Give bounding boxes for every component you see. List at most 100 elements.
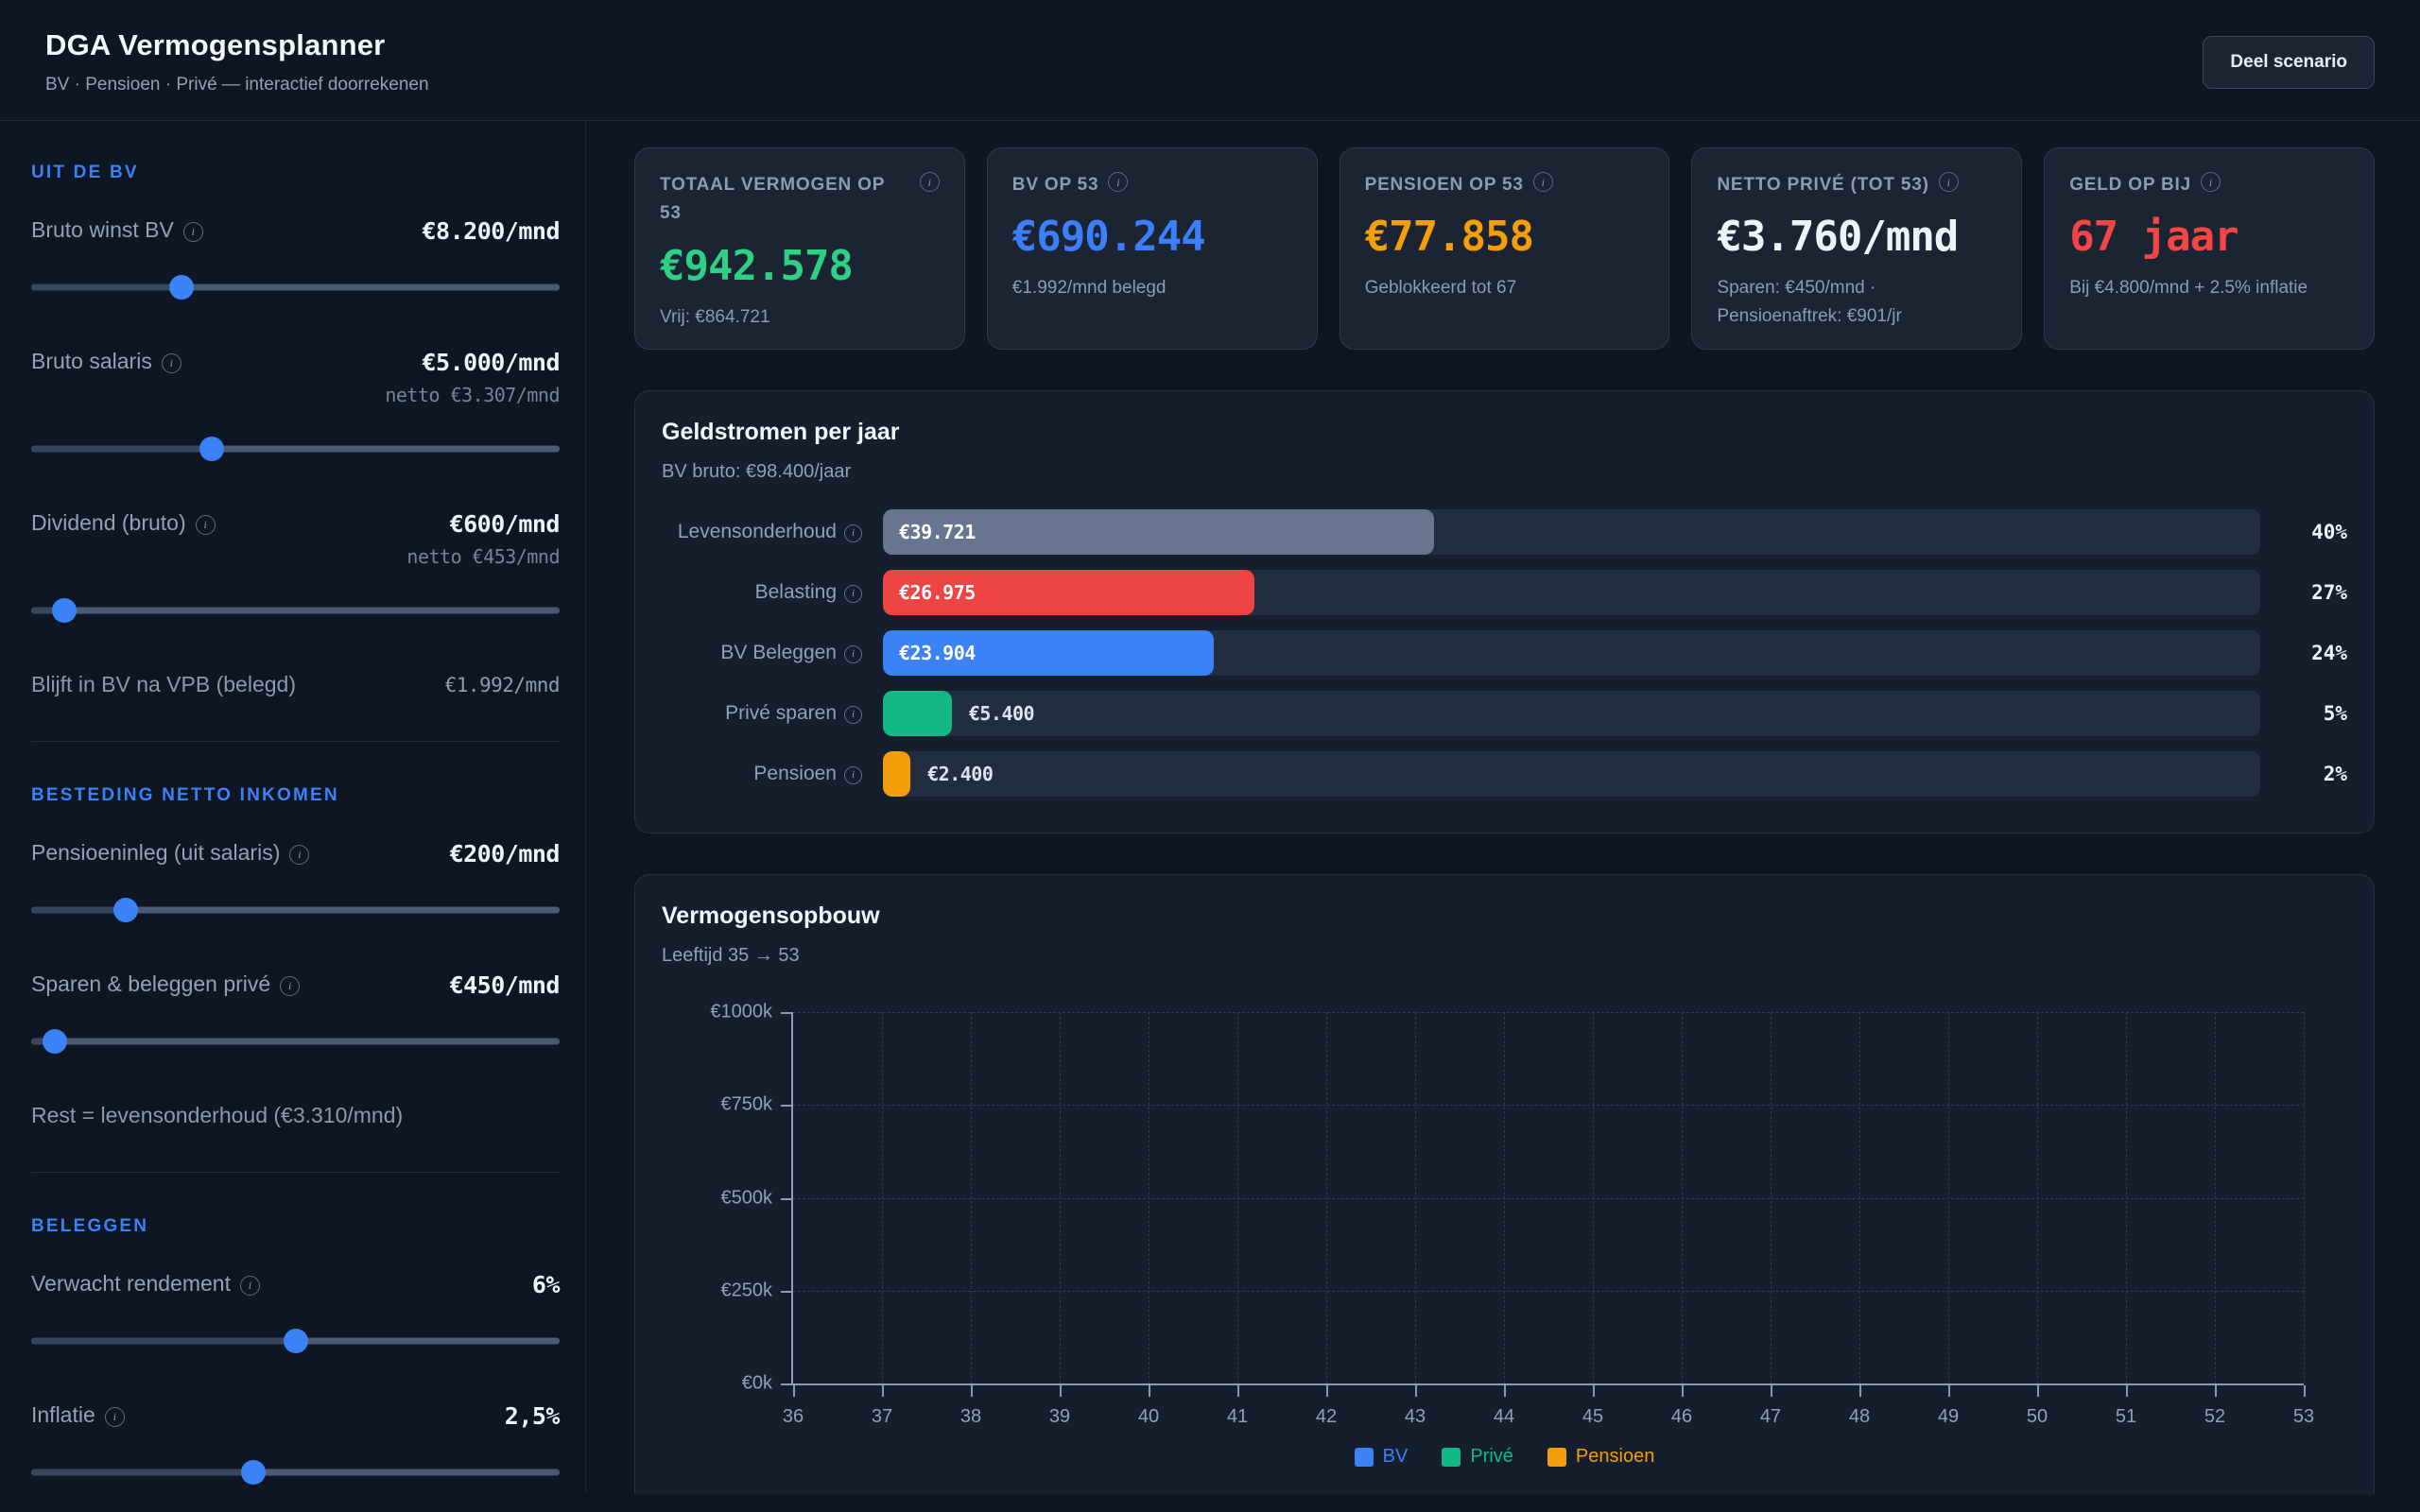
main-content: TOTAAL VERMOGEN OP 53i€942.578Vrij: €864… xyxy=(586,121,2420,1494)
card-label: BV OP 53 xyxy=(1012,171,1099,199)
card-value: €942.578 xyxy=(660,242,940,290)
card-subtext: Sparen: €450/mnd · Pensioenaftrek: €901/… xyxy=(1717,274,1996,330)
flow-bar-bv-beleggen: €23.904 xyxy=(883,630,2260,676)
sidebar: UIT DE BVBruto winst BVi€8.200/mndBruto … xyxy=(0,121,586,1494)
slider-group-dividend-bruto: Dividend (bruto)i€600/mndnetto €453/mnd xyxy=(31,510,560,623)
slider-value: €600/mnd xyxy=(406,510,560,538)
info-icon[interactable]: i xyxy=(844,524,862,542)
info-icon[interactable]: i xyxy=(105,1407,125,1427)
readout-label: Rest = levensonderhoud (€3.310/mnd) xyxy=(31,1103,403,1128)
flow-bar-pensioen: €2.400 xyxy=(883,751,2260,797)
x-axis-label: 52 xyxy=(2204,1406,2225,1428)
y-axis-label: €1000k xyxy=(710,1002,772,1023)
sidebar-sections: UIT DE BVBruto winst BVi€8.200/mndBruto … xyxy=(31,121,560,1494)
info-icon[interactable]: i xyxy=(280,976,300,996)
card-value: 67 jaar xyxy=(2069,213,2349,261)
flow-label: Privé spareni xyxy=(662,702,862,726)
flow-amount: €39.721 xyxy=(899,521,976,543)
info-icon[interactable]: i xyxy=(240,1276,260,1296)
readout-label: Blijft in BV na VPB (belegd) xyxy=(31,672,296,697)
flow-bar-priv-sparen: €5.400 xyxy=(883,691,2260,736)
card-pensioen-op-53: PENSIOEN OP 53i€77.858Geblokkeerd tot 67 xyxy=(1340,147,1670,350)
flow-bar-belasting: €26.975 xyxy=(883,570,2260,615)
slider-subvalue: netto €3.307/mnd xyxy=(385,384,560,406)
slider-thumb[interactable] xyxy=(113,898,138,922)
slider-group-sparen-beleggen-priv: Sparen & beleggen privéi€450/mnd xyxy=(31,971,560,1054)
chart-legend: BVPrivéPensioen xyxy=(662,1446,2347,1468)
x-axis-label: 48 xyxy=(1849,1406,1870,1428)
flow-label: Levensonderhoudi xyxy=(662,521,862,544)
flow-amount: €5.400 xyxy=(969,702,1034,725)
slider-thumb[interactable] xyxy=(43,1029,67,1054)
x-axis-label: 46 xyxy=(1671,1406,1692,1428)
card-totaal-vermogen-op-53: TOTAAL VERMOGEN OP 53i€942.578Vrij: €864… xyxy=(634,147,965,350)
flow-row-levensonderhoud: Levensonderhoudi€39.72140% xyxy=(662,502,2347,562)
x-axis-label: 50 xyxy=(2027,1406,2048,1428)
slider-value: €450/mnd xyxy=(450,971,560,999)
header: DGA Vermogensplanner BV · Pensioen · Pri… xyxy=(0,0,2420,121)
x-axis-label: 51 xyxy=(2116,1406,2136,1428)
wealth-panel: Vermogensopbouw Leeftijd 35 → 53 €1000k €… xyxy=(634,874,2375,1494)
card-value: €3.760/mnd xyxy=(1717,213,1996,261)
x-axis-label: 38 xyxy=(960,1406,981,1428)
info-icon[interactable]: i xyxy=(196,515,216,535)
info-icon[interactable]: i xyxy=(1533,172,1553,192)
slider-thumb[interactable] xyxy=(169,275,194,300)
app-title: DGA Vermogensplanner xyxy=(45,28,429,62)
flow-rows: Levensonderhoudi€39.72140%Belastingi€26.… xyxy=(662,502,2347,804)
x-axis-label: 41 xyxy=(1227,1406,1248,1428)
wealth-panel-subtitle: Leeftijd 35 → 53 xyxy=(662,945,2347,967)
x-axis-label: 44 xyxy=(1494,1406,1514,1428)
slider-value: €200/mnd xyxy=(450,840,560,868)
info-icon[interactable]: i xyxy=(2201,172,2221,192)
card-subtext: Bij €4.800/mnd + 2.5% inflatie xyxy=(2069,274,2349,301)
legend-item-priv: Privé xyxy=(1442,1446,1513,1468)
x-axis-label: 43 xyxy=(1405,1406,1426,1428)
legend-label: Privé xyxy=(1470,1446,1513,1468)
slider-thumb[interactable] xyxy=(241,1460,266,1485)
share-scenario-button[interactable]: Deel scenario xyxy=(2203,36,2375,89)
slider-dividend-bruto[interactable] xyxy=(31,598,560,623)
readout-blijft-in-bv-na-vpb-belegd: Blijft in BV na VPB (belegd) €1.992/mnd xyxy=(31,672,560,697)
info-icon[interactable]: i xyxy=(289,845,309,865)
card-subtext: €1.992/mnd belegd xyxy=(1012,274,1292,301)
info-icon[interactable]: i xyxy=(183,222,203,242)
info-icon[interactable]: i xyxy=(1939,172,1959,192)
x-axis-label: 49 xyxy=(1938,1406,1959,1428)
slider-value: €5.000/mnd xyxy=(385,349,560,376)
wealth-panel-title: Vermogensopbouw xyxy=(662,902,2347,930)
slider-value: €8.200/mnd xyxy=(422,217,560,245)
info-icon[interactable]: i xyxy=(844,585,862,603)
info-icon[interactable]: i xyxy=(844,766,862,784)
card-label: TOTAAL VERMOGEN OP 53 xyxy=(660,171,910,229)
info-icon[interactable]: i xyxy=(844,706,862,724)
slider-label: Inflatiei xyxy=(31,1402,125,1429)
slider-thumb[interactable] xyxy=(284,1329,308,1353)
info-icon[interactable]: i xyxy=(844,645,862,663)
slider-sparen-beleggen-priv[interactable] xyxy=(31,1029,560,1054)
card-label: GELD OP BIJ xyxy=(2069,171,2191,199)
sidebar-section-uit-de-bv: UIT DE BVBruto winst BVi€8.200/mndBruto … xyxy=(31,121,560,741)
info-icon[interactable]: i xyxy=(162,353,182,373)
card-label: NETTO PRIVÉ (TOT 53) xyxy=(1717,171,1928,199)
flow-amount: €23.904 xyxy=(899,642,976,664)
slider-inflatie[interactable] xyxy=(31,1460,560,1485)
card-value: €77.858 xyxy=(1365,213,1645,261)
flows-panel-subtitle: BV bruto: €98.400/jaar xyxy=(662,461,2347,483)
slider-verwacht-rendement[interactable] xyxy=(31,1329,560,1353)
info-icon[interactable]: i xyxy=(1108,172,1128,192)
slider-bruto-salaris[interactable] xyxy=(31,437,560,461)
slider-group-bruto-winst-bv: Bruto winst BVi€8.200/mnd xyxy=(31,217,560,300)
flow-row-belasting: Belastingi€26.97527% xyxy=(662,562,2347,623)
slider-thumb[interactable] xyxy=(199,437,224,461)
slider-bruto-winst-bv[interactable] xyxy=(31,275,560,300)
readout-value: €1.992/mnd xyxy=(445,674,560,696)
card-bv-op-53: BV OP 53i€690.244€1.992/mnd belegd xyxy=(987,147,1318,350)
flow-percent: 5% xyxy=(2260,702,2347,725)
y-axis-label: €750k xyxy=(721,1094,773,1116)
slider-label: Bruto salarisi xyxy=(31,349,182,375)
info-icon[interactable]: i xyxy=(920,172,940,192)
legend-swatch xyxy=(1355,1448,1374,1467)
slider-pensioeninleg-uit-salaris[interactable] xyxy=(31,898,560,922)
slider-thumb[interactable] xyxy=(52,598,77,623)
